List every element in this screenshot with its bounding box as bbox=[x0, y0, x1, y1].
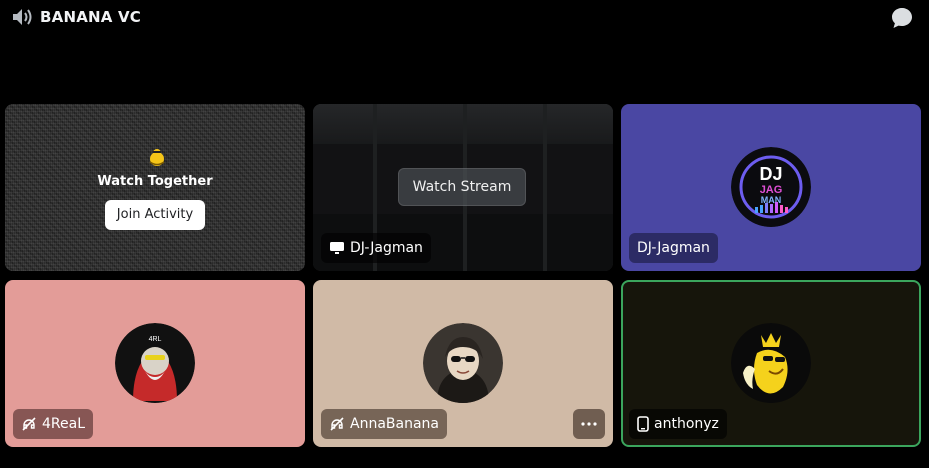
join-activity-button[interactable]: Join Activity bbox=[105, 200, 205, 230]
participant-label: DJ-Jagman bbox=[629, 233, 718, 263]
dj-jagman-avatar-image: DJ JAG MAN bbox=[731, 147, 811, 227]
avatar bbox=[731, 323, 811, 403]
participant-name: 4ReaL bbox=[42, 416, 85, 432]
participant-label: AnnaBanana bbox=[321, 409, 447, 439]
channel-title: BANANA VC bbox=[40, 8, 142, 26]
mobile-phone-icon bbox=[637, 416, 649, 432]
svg-text:4RL: 4RL bbox=[149, 336, 162, 343]
anthonyz-avatar-image bbox=[731, 323, 811, 403]
participant-label: anthonyz bbox=[629, 409, 727, 439]
participant-tile-annabanana[interactable]: AnnaBanana bbox=[313, 280, 613, 447]
4real-avatar-image: 4RL bbox=[115, 323, 195, 403]
activity-tile[interactable]: Watch Together Join Activity bbox=[5, 104, 305, 271]
participant-tile-4real[interactable]: 4RL 4ReaL bbox=[5, 280, 305, 447]
speaker-voice-icon bbox=[13, 9, 32, 25]
more-options-icon bbox=[581, 422, 597, 426]
svg-text:MAN: MAN bbox=[761, 195, 782, 205]
participant-label: 4ReaL bbox=[13, 409, 93, 439]
annabanana-avatar-image bbox=[423, 323, 503, 403]
deafened-icon bbox=[22, 417, 36, 431]
avatar bbox=[423, 323, 503, 403]
avatar: DJ JAG MAN bbox=[731, 147, 811, 227]
chat-bubble-icon[interactable] bbox=[890, 6, 914, 30]
participant-tile-anthonyz[interactable]: anthonyz bbox=[621, 280, 921, 447]
more-options-button[interactable] bbox=[573, 409, 605, 439]
svg-text:DJ: DJ bbox=[759, 164, 782, 184]
stream-tile[interactable]: Watch Stream DJ-Jagman bbox=[313, 104, 613, 271]
participant-name: DJ-Jagman bbox=[637, 240, 710, 256]
stream-user-name: DJ-Jagman bbox=[350, 240, 423, 256]
activity-title: Watch Together bbox=[97, 174, 213, 189]
deafened-icon bbox=[330, 417, 344, 431]
participant-name: anthonyz bbox=[654, 416, 719, 432]
screen-share-icon bbox=[330, 242, 344, 254]
stream-user-label: DJ-Jagman bbox=[321, 233, 431, 263]
watch-together-icon bbox=[149, 149, 165, 166]
avatar: 4RL bbox=[115, 323, 195, 403]
participant-tile-djjagman[interactable]: DJ JAG MAN DJ-Jagman bbox=[621, 104, 921, 271]
voice-channel-header: BANANA VC bbox=[0, 0, 929, 36]
participant-name: AnnaBanana bbox=[350, 416, 439, 432]
watch-stream-button[interactable]: Watch Stream bbox=[398, 168, 526, 206]
